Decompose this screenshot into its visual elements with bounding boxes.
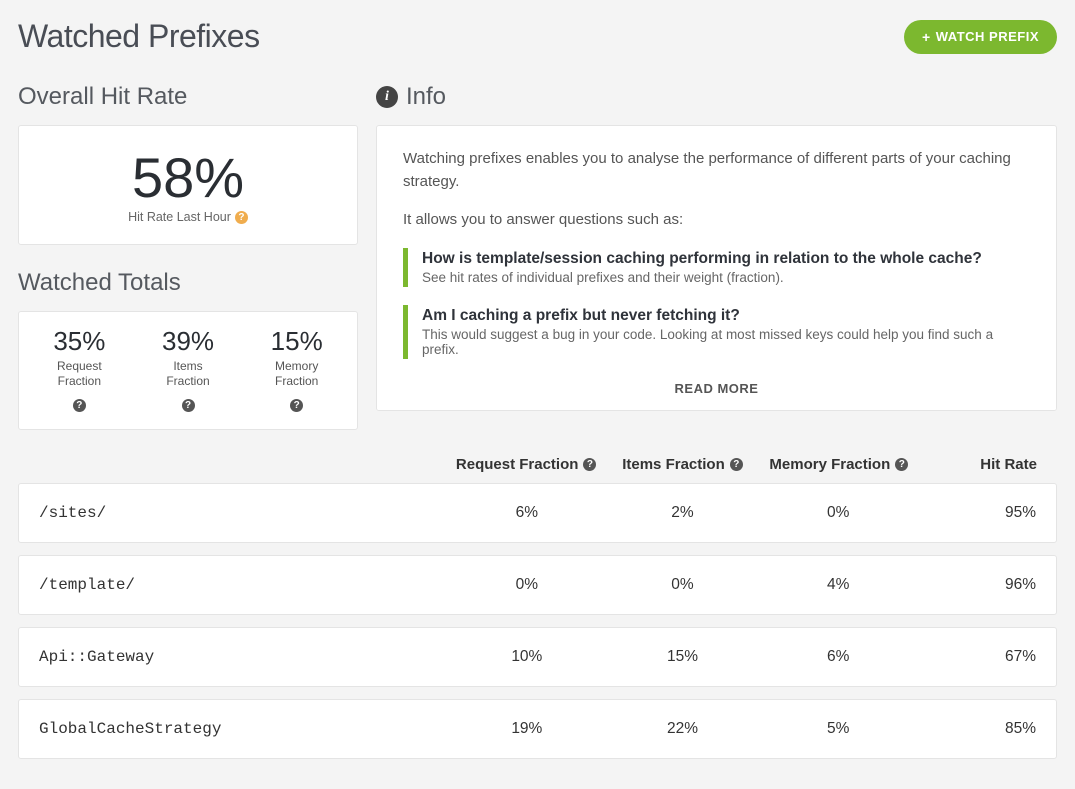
help-icon[interactable]: ? bbox=[235, 211, 248, 224]
cell-request-fraction: 19% bbox=[449, 720, 605, 738]
watch-prefix-button[interactable]: + WATCH PREFIX bbox=[904, 20, 1057, 54]
table-row[interactable]: /sites/ 6% 2% 0% 95% bbox=[18, 483, 1057, 543]
page-title: Watched Prefixes bbox=[18, 18, 260, 55]
cell-items-fraction: 22% bbox=[605, 720, 761, 738]
total-request-fraction: 35% RequestFraction ? bbox=[25, 326, 134, 413]
col-memory-fraction[interactable]: Memory Fraction bbox=[769, 456, 890, 473]
help-icon[interactable]: ? bbox=[730, 458, 743, 471]
total-memory-fraction: 15% MemoryFraction ? bbox=[242, 326, 351, 413]
cell-hit-rate: 95% bbox=[916, 504, 1036, 522]
info-callout: Am I caching a prefix but never fetching… bbox=[403, 305, 1030, 359]
help-icon[interactable]: ? bbox=[895, 458, 908, 471]
overall-hit-rate-card: 58% Hit Rate Last Hour ? bbox=[18, 125, 358, 245]
cell-hit-rate: 85% bbox=[916, 720, 1036, 738]
cell-memory-fraction: 4% bbox=[760, 576, 916, 594]
prefix-name: /sites/ bbox=[39, 504, 449, 522]
total-value: 15% bbox=[242, 326, 351, 357]
watched-totals-card: 35% RequestFraction ? 39% ItemsFraction … bbox=[18, 311, 358, 430]
help-icon[interactable]: ? bbox=[290, 399, 303, 412]
callout-sub: This would suggest a bug in your code. L… bbox=[422, 327, 1030, 357]
cell-memory-fraction: 5% bbox=[760, 720, 916, 738]
info-icon: i bbox=[376, 86, 398, 108]
cell-items-fraction: 15% bbox=[605, 648, 761, 666]
cell-items-fraction: 0% bbox=[605, 576, 761, 594]
overall-hit-rate-title: Overall Hit Rate bbox=[18, 83, 358, 111]
callout-title: Am I caching a prefix but never fetching… bbox=[422, 307, 1030, 325]
total-value: 39% bbox=[134, 326, 243, 357]
cell-items-fraction: 2% bbox=[605, 504, 761, 522]
help-icon[interactable]: ? bbox=[73, 399, 86, 412]
prefix-name: Api::Gateway bbox=[39, 648, 449, 666]
cell-memory-fraction: 6% bbox=[760, 648, 916, 666]
cell-request-fraction: 0% bbox=[449, 576, 605, 594]
cell-request-fraction: 6% bbox=[449, 504, 605, 522]
total-items-fraction: 39% ItemsFraction ? bbox=[134, 326, 243, 413]
plus-icon: + bbox=[922, 29, 931, 45]
prefix-table: Request Fraction? Items Fraction? Memory… bbox=[18, 448, 1057, 759]
table-row[interactable]: Api::Gateway 10% 15% 6% 67% bbox=[18, 627, 1057, 687]
col-request-fraction[interactable]: Request Fraction bbox=[456, 456, 579, 473]
info-paragraph: Watching prefixes enables you to analyse… bbox=[403, 148, 1030, 193]
cell-request-fraction: 10% bbox=[449, 648, 605, 666]
col-items-fraction[interactable]: Items Fraction bbox=[622, 456, 725, 473]
table-row[interactable]: /template/ 0% 0% 4% 96% bbox=[18, 555, 1057, 615]
table-header: Request Fraction? Items Fraction? Memory… bbox=[18, 448, 1057, 483]
read-more-button[interactable]: READ MORE bbox=[377, 369, 1056, 410]
watched-totals-title: Watched Totals bbox=[18, 269, 358, 297]
info-card: Watching prefixes enables you to analyse… bbox=[376, 125, 1057, 411]
help-icon[interactable]: ? bbox=[583, 458, 596, 471]
cell-memory-fraction: 0% bbox=[760, 504, 916, 522]
overall-hit-rate-sublabel: Hit Rate Last Hour bbox=[128, 210, 231, 224]
overall-hit-rate-value: 58% bbox=[29, 150, 347, 206]
callout-sub: See hit rates of individual prefixes and… bbox=[422, 270, 1030, 285]
table-row[interactable]: GlobalCacheStrategy 19% 22% 5% 85% bbox=[18, 699, 1057, 759]
info-paragraph: It allows you to answer questions such a… bbox=[403, 209, 1030, 232]
cell-hit-rate: 67% bbox=[916, 648, 1036, 666]
callout-title: How is template/session caching performi… bbox=[422, 250, 1030, 268]
prefix-name: GlobalCacheStrategy bbox=[39, 720, 449, 738]
info-title: Info bbox=[406, 83, 446, 111]
info-callout: How is template/session caching performi… bbox=[403, 248, 1030, 287]
help-icon[interactable]: ? bbox=[182, 399, 195, 412]
cell-hit-rate: 96% bbox=[916, 576, 1036, 594]
col-hit-rate[interactable]: Hit Rate bbox=[980, 456, 1037, 473]
watch-prefix-button-label: WATCH PREFIX bbox=[936, 29, 1039, 44]
total-value: 35% bbox=[25, 326, 134, 357]
prefix-name: /template/ bbox=[39, 576, 449, 594]
